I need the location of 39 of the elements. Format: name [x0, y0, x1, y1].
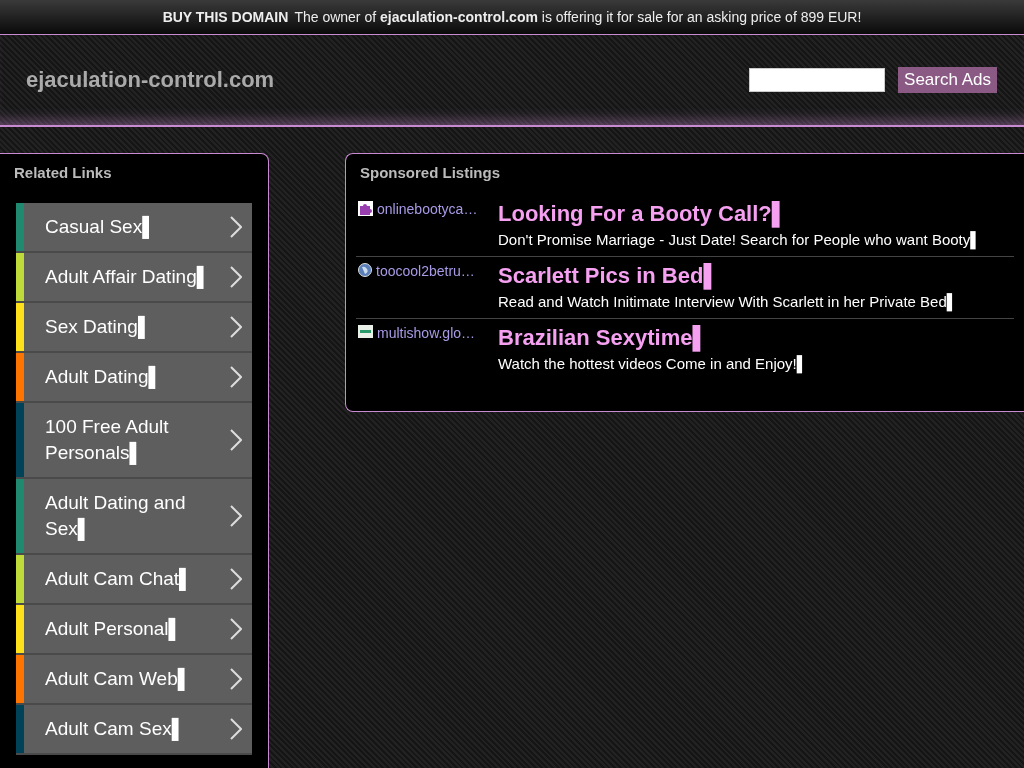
- related-link[interactable]: Adult Cam Sex▌: [16, 705, 252, 755]
- related-link[interactable]: Adult Cam Chat▌: [16, 555, 252, 605]
- ad-headline-link[interactable]: Looking For a Booty Call?▌: [498, 201, 981, 227]
- related-link[interactable]: Adult Dating and Sex▌: [16, 479, 252, 555]
- search-field[interactable]: [749, 68, 886, 92]
- related-link[interactable]: Adult Dating▌: [16, 353, 252, 403]
- chevron-right-icon: [230, 668, 242, 690]
- chevron-right-icon: [230, 429, 242, 451]
- related-link[interactable]: Adult Cam Web▌: [16, 655, 252, 705]
- ad-domain[interactable]: multishow.glo…: [377, 325, 476, 341]
- chevron-right-icon: [230, 568, 242, 590]
- chevron-right-icon: [230, 316, 242, 338]
- related-link[interactable]: Casual Sex▌: [16, 203, 252, 253]
- ad-headline-link[interactable]: Scarlett Pics in Bed▌: [498, 263, 958, 289]
- ad-headline-link[interactable]: Brazilian Sexytime▌: [498, 325, 808, 351]
- sale-message: The owner of ejaculation-control.com is offering it for sale for an asking price of 899 EUR!: [294, 9, 862, 25]
- search-ads-button[interactable]: Search Ads: [898, 67, 997, 93]
- ad-domain[interactable]: onlinebootyca…: [377, 201, 478, 217]
- ad-description: Watch the hottest videos Come in and Enjoy!▌: [498, 355, 808, 372]
- related-link[interactable]: Sex Dating▌: [16, 303, 252, 353]
- chevron-right-icon: [230, 718, 242, 740]
- panel-title: Related Links: [14, 164, 113, 181]
- chevron-right-icon: [230, 618, 242, 640]
- site-name: ejaculation-control.com: [26, 67, 275, 93]
- ad-description: Don't Promise Marriage - Just Date! Search for People who want Booty▌: [498, 231, 981, 248]
- chevron-right-icon: [230, 216, 242, 238]
- related-link[interactable]: Adult Affair Dating▌: [16, 253, 252, 303]
- favicon-icon: [358, 325, 373, 338]
- chevron-right-icon: [230, 266, 242, 288]
- related-link[interactable]: 100 Free Adult Personals▌: [16, 403, 252, 479]
- chevron-right-icon: [230, 366, 242, 388]
- ad-description: Read and Watch Initimate Interview With Scarlett in her Private Bed▌: [498, 293, 958, 310]
- related-link[interactable]: Adult Personal▌: [16, 605, 252, 655]
- buy-domain-label[interactable]: BUY THIS DOMAIN: [162, 9, 289, 25]
- chevron-right-icon: [230, 505, 242, 527]
- panel-title: Sponsored Listings: [360, 164, 501, 181]
- puzzle-icon: [358, 201, 373, 216]
- ad-domain[interactable]: toocool2betru…: [376, 263, 475, 279]
- globe-icon: [358, 263, 372, 277]
